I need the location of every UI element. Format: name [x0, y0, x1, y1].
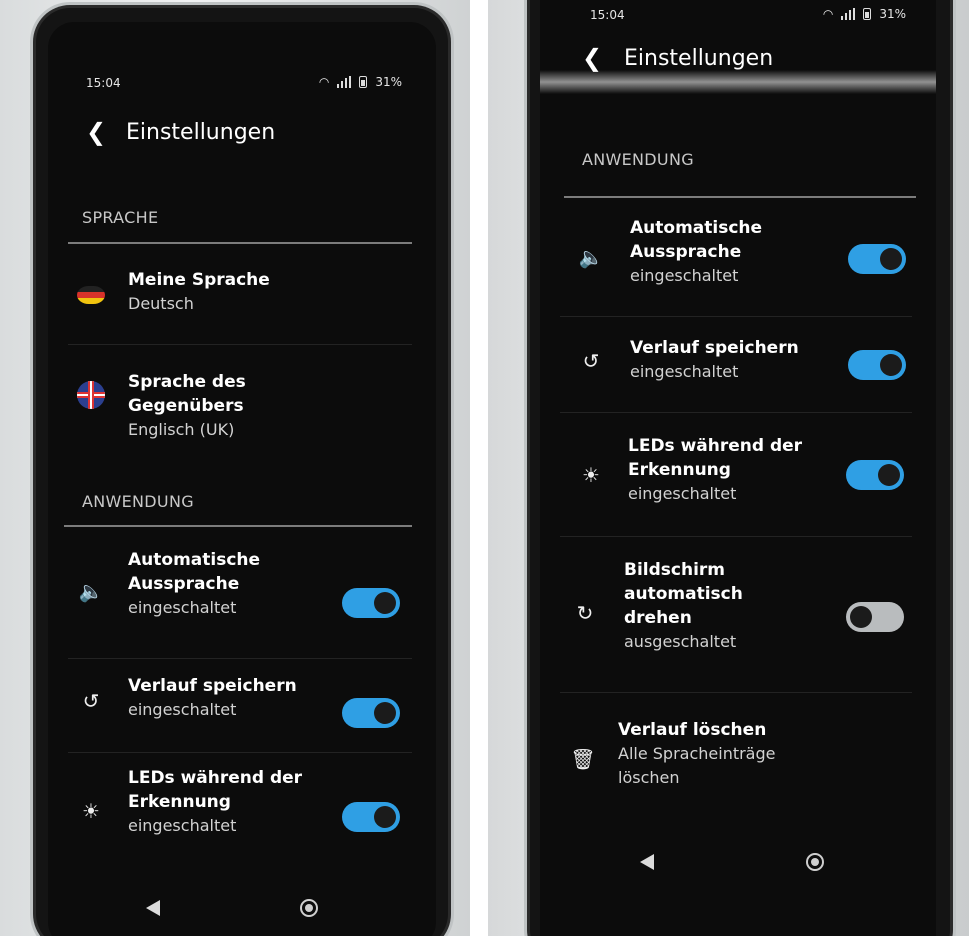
item-value: Deutsch: [128, 294, 194, 313]
row-separator: [560, 316, 912, 317]
history-icon: ↺: [582, 349, 600, 373]
row-separator: [68, 344, 412, 345]
navigation-bar: [48, 886, 436, 926]
image-gap: [470, 0, 488, 936]
section-header-language: SPRACHE: [82, 208, 159, 227]
divider: [564, 196, 916, 198]
phone-left: 15:04 ◠ 31% ❮ Einstellungen SPRACHE Mein…: [36, 8, 448, 936]
toggle-save-history[interactable]: [342, 698, 400, 728]
setting-save-history[interactable]: ↺ Verlauf speichern eingeschaltet: [540, 336, 936, 406]
setting-status: eingeschaltet: [128, 816, 237, 835]
setting-title: Aussprache: [128, 574, 240, 594]
toggle-auto-pronunciation[interactable]: [848, 244, 906, 274]
setting-leds-recognition[interactable]: ☀ LEDs während der Erkennung eingeschalt…: [540, 434, 936, 530]
nav-back-icon[interactable]: [640, 854, 654, 870]
setting-title: Verlauf speichern: [128, 676, 297, 696]
speaker-icon: 🔈: [78, 579, 104, 603]
wifi-icon: ◠: [822, 7, 834, 21]
setting-leds-recognition[interactable]: ☀ LEDs während der Erkennung eingeschalt…: [48, 766, 436, 856]
setting-auto-rotate[interactable]: ↻ Bildschirm automatisch drehen ausgesch…: [540, 558, 936, 678]
setting-title: drehen: [624, 608, 692, 628]
setting-auto-pronunciation[interactable]: 🔈 Automatische Aussprache eingeschaltet: [540, 216, 936, 312]
divider: [64, 525, 412, 527]
clear-history-desc: löschen: [618, 768, 680, 787]
trash-icon: 🗑: [570, 747, 596, 771]
partner-language-item[interactable]: Sprache des Gegenübers Englisch (UK): [48, 356, 436, 439]
divider: [68, 242, 412, 244]
section-header-application: ANWENDUNG: [582, 150, 694, 169]
setting-status: eingeschaltet: [630, 362, 739, 381]
settings-screen-right: 15:04 ◠ 31% ❮ Einstellungen ANWENDUNG 🔈 …: [540, 0, 936, 936]
page-title: Einstellungen: [624, 45, 774, 71]
page-title: Einstellungen: [126, 119, 276, 145]
setting-title: LEDs während der: [128, 768, 303, 788]
clear-history-title: Verlauf löschen: [618, 720, 767, 740]
item-title: Meine Sprache: [128, 270, 270, 290]
german-flag-icon: [76, 280, 106, 310]
setting-title: Verlauf speichern: [630, 338, 799, 358]
toggle-save-history[interactable]: [848, 350, 906, 380]
speaker-icon: 🔈: [578, 245, 604, 269]
toggle-auto-pronunciation[interactable]: [342, 588, 400, 618]
setting-status: eingeschaltet: [128, 700, 237, 719]
setting-title: Automatische: [128, 550, 261, 570]
row-separator: [560, 536, 912, 537]
section-header-application: ANWENDUNG: [82, 492, 194, 511]
sunrise-icon: ☀: [582, 463, 600, 487]
row-separator: [68, 752, 412, 753]
status-bar: 15:04 ◠ 31%: [540, 6, 936, 26]
status-bar: 15:04 ◠ 31%: [48, 74, 436, 94]
setting-save-history[interactable]: ↺ Verlauf speichern eingeschaltet: [48, 672, 436, 742]
nav-home-icon[interactable]: [806, 853, 824, 871]
sunrise-icon: ☀: [82, 799, 100, 823]
signal-icon: [337, 76, 352, 88]
setting-title: Automatische: [630, 218, 763, 238]
right-photo: 15:04 ◠ 31% ❮ Einstellungen ANWENDUNG 🔈 …: [488, 0, 969, 936]
row-separator: [68, 658, 412, 659]
toggle-leds-recognition[interactable]: [846, 460, 904, 490]
battery-icon: [863, 8, 872, 20]
battery-level: 31%: [375, 75, 402, 89]
my-language-item[interactable]: Meine Sprache Deutsch: [48, 262, 436, 342]
signal-icon: [841, 8, 856, 20]
navigation-bar: [540, 842, 936, 882]
setting-title: Erkennung: [128, 792, 231, 812]
battery-level: 31%: [879, 7, 906, 21]
app-bar: ❮ Einstellungen: [48, 112, 436, 152]
nav-home-icon[interactable]: [300, 899, 318, 917]
setting-title: Erkennung: [628, 460, 731, 480]
clear-history-item[interactable]: 🗑 Verlauf löschen Alle Spracheinträge lö…: [540, 718, 936, 808]
settings-screen-left: 15:04 ◠ 31% ❮ Einstellungen SPRACHE Mein…: [48, 22, 436, 936]
battery-icon: [359, 76, 368, 88]
phone-right: 15:04 ◠ 31% ❮ Einstellungen ANWENDUNG 🔈 …: [530, 0, 950, 936]
back-arrow-icon[interactable]: ❮: [76, 112, 116, 152]
wifi-icon: ◠: [318, 75, 330, 89]
toggle-auto-rotate[interactable]: [846, 602, 904, 632]
setting-title: Bildschirm: [624, 560, 726, 580]
setting-status: eingeschaltet: [630, 266, 739, 285]
left-photo: 15:04 ◠ 31% ❮ Einstellungen SPRACHE Mein…: [0, 0, 470, 936]
setting-auto-pronunciation[interactable]: 🔈 Automatische Aussprache eingeschaltet: [48, 548, 436, 648]
rotate-icon: ↻: [576, 601, 594, 625]
clear-history-desc: Alle Spracheinträge: [618, 744, 776, 763]
history-icon: ↺: [82, 689, 100, 713]
row-separator: [560, 412, 912, 413]
status-time: 15:04: [590, 8, 625, 22]
status-time: 15:04: [86, 76, 121, 90]
setting-status: eingeschaltet: [628, 484, 737, 503]
uk-flag-icon: [76, 380, 106, 410]
row-separator: [560, 692, 912, 693]
setting-title: Aussprache: [630, 242, 742, 262]
setting-status: ausgeschaltet: [624, 632, 737, 651]
setting-title: automatisch: [624, 584, 743, 604]
toggle-leds-recognition[interactable]: [342, 802, 400, 832]
nav-back-icon[interactable]: [146, 900, 160, 916]
setting-status: eingeschaltet: [128, 598, 237, 617]
item-title: Sprache des Gegenübers: [128, 372, 246, 416]
screen-glare: [540, 70, 936, 94]
setting-title: LEDs während der: [628, 436, 803, 456]
item-value: Englisch (UK): [128, 420, 235, 439]
